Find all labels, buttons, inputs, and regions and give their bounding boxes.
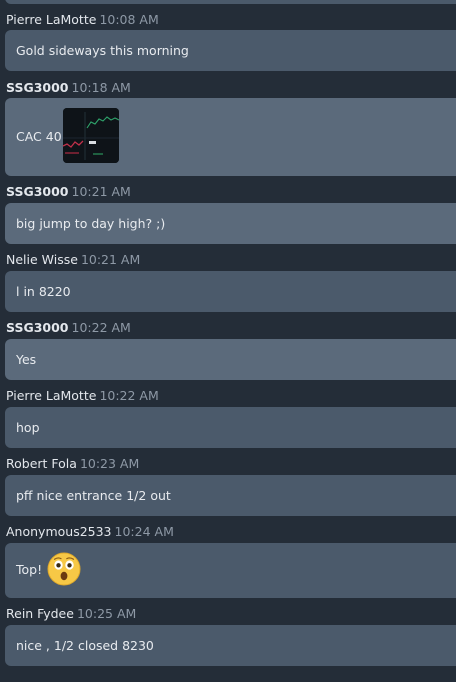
message-bubble: l in 8220 bbox=[5, 271, 456, 312]
message-header: Rein Fydee 10:25 AM bbox=[6, 604, 136, 622]
message-author[interactable]: SSG3000 bbox=[6, 320, 69, 335]
message-timestamp: 10:21 AM bbox=[71, 184, 131, 199]
chart-thumbnail-icon bbox=[63, 108, 119, 163]
message-header: Robert Fola 10:23 AM bbox=[6, 454, 139, 472]
message-timestamp: 10:25 AM bbox=[76, 606, 137, 621]
message-text: nice , 1/2 closed 8230 bbox=[16, 638, 154, 653]
message-text: l in 8220 bbox=[16, 284, 71, 299]
message-header: SSG3000 10:18 AM bbox=[6, 78, 131, 96]
message-timestamp: 10:22 AM bbox=[71, 320, 131, 335]
message-author[interactable]: Rein Fydee bbox=[6, 606, 74, 621]
message-header: Pierre LaMotte 10:22 AM bbox=[6, 386, 159, 404]
message-bubble: hop bbox=[5, 407, 456, 448]
message-header: Nelie Wisse 10:21 AM bbox=[6, 250, 140, 268]
message-bubble: pff nice entrance 1/2 out bbox=[5, 475, 456, 516]
message-author[interactable]: Robert Fola bbox=[6, 456, 77, 471]
chart-thumbnail-image[interactable] bbox=[63, 108, 119, 163]
message-timestamp: 10:08 AM bbox=[99, 12, 159, 27]
message-author[interactable]: Pierre LaMotte bbox=[6, 388, 96, 403]
message-text: CAC 40 bbox=[16, 129, 62, 144]
message-text: Gold sideways this morning bbox=[16, 43, 189, 58]
message-bubble: big jump to day high? ;) bbox=[5, 203, 456, 244]
message-header: SSG3000 10:21 AM bbox=[6, 182, 131, 200]
message-text: Yes bbox=[16, 352, 37, 367]
message-author[interactable]: SSG3000 bbox=[6, 80, 69, 95]
message-bubble: CAC 40 bbox=[5, 98, 456, 176]
message-bubble: Gold sideways this morning bbox=[5, 30, 456, 71]
message-author[interactable]: Anonymous2533 bbox=[6, 524, 112, 539]
message-timestamp: 10:24 AM bbox=[114, 524, 174, 539]
message-timestamp: 10:18 AM bbox=[71, 80, 131, 95]
message-timestamp: 10:22 AM bbox=[99, 388, 159, 403]
message-header: Anonymous2533 10:24 AM bbox=[6, 522, 174, 540]
message-text: pff nice entrance 1/2 out bbox=[16, 488, 171, 503]
message-header: SSG3000 10:22 AM bbox=[6, 318, 131, 336]
message-bubble: nice , 1/2 closed 8230 bbox=[5, 625, 456, 666]
message-text: big jump to day high? ;) bbox=[16, 216, 166, 231]
message-bubble: Yes bbox=[5, 339, 456, 380]
message-timestamp: 10:21 AM bbox=[80, 252, 141, 267]
message-text: hop bbox=[16, 420, 40, 435]
astonished-face-emoji-icon bbox=[47, 552, 81, 586]
message-author[interactable]: Pierre LaMotte bbox=[6, 12, 96, 27]
message-author[interactable]: Nelie Wisse bbox=[6, 252, 78, 267]
previous-message-bubble bbox=[5, 0, 456, 4]
message-author[interactable]: SSG3000 bbox=[6, 184, 69, 199]
message-text: Top! bbox=[16, 562, 43, 577]
chat-message-list[interactable]: Pierre LaMotte 10:08 AM Gold sideways thi… bbox=[0, 0, 456, 682]
message-bubble: Top! bbox=[5, 543, 456, 598]
message-timestamp: 10:23 AM bbox=[79, 456, 140, 471]
message-header: Pierre LaMotte 10:08 AM bbox=[6, 10, 159, 28]
